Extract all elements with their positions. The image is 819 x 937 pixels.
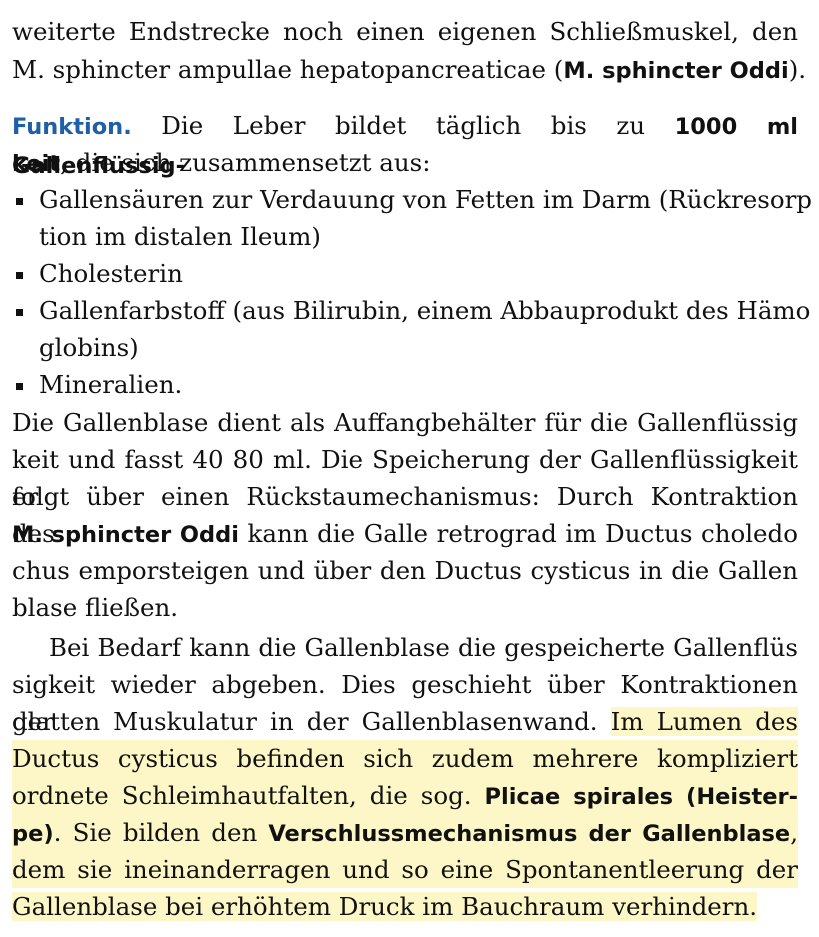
bold-term: Verschlussmechanismus der Gallenblase xyxy=(268,821,791,847)
text-line: chus emporsteigen und über den Ductus cy… xyxy=(12,552,798,589)
text-span: blase fließen. xyxy=(12,593,179,622)
list-item: Cholesterin xyxy=(12,255,798,292)
text-span: Bei Bedarf kann die Gallenblase die gesp… xyxy=(49,633,798,662)
list-item-continuation: tion im distalen Ileum) xyxy=(12,218,798,255)
text-line: keit, die sich zusammensetzt aus: xyxy=(12,144,798,181)
bold-term: keit xyxy=(12,151,61,177)
text-span: Die Gallenblase dient als Auffangbehälte… xyxy=(12,408,798,437)
text-line: Bei Bedarf kann die Gallenblase die gesp… xyxy=(49,629,798,666)
bullet-icon xyxy=(12,292,39,329)
text-span: globins) xyxy=(39,333,139,362)
text-line: glatten Muskulatur in der Gallenblasenwa… xyxy=(12,703,798,740)
text-line: M. sphincter Oddi kann die Galle retrogr… xyxy=(12,515,798,552)
text-span: M. sphincter ampullae hepatopancreaticae… xyxy=(12,55,564,84)
highlighted-line: dem sie ineinanderragen und so eine Spon… xyxy=(12,851,798,888)
text-line: blase fließen. xyxy=(12,589,798,626)
highlighted-line: Ductus cysticus befinden sich zudem mehr… xyxy=(12,740,798,810)
section-heading: Funktion. xyxy=(12,114,132,140)
text-span: Gallenfarbstoff (aus Bilirubin, einem Ab… xyxy=(39,296,811,325)
text-span: Mineralien. xyxy=(39,370,183,399)
list-item: Gallensäuren zur Verdauung von Fetten im… xyxy=(12,181,812,218)
text-span: , die sich zusammensetzt aus: xyxy=(60,148,431,177)
text-span: ). xyxy=(788,55,807,84)
text-span: tion im distalen Ileum) xyxy=(39,222,321,251)
text-span: chus emporsteigen und über den Ductus cy… xyxy=(12,556,798,585)
text-span: dem sie ineinanderragen und so eine Spon… xyxy=(12,855,798,884)
bold-term: M. sphincter Oddi xyxy=(12,522,239,548)
bullet-icon xyxy=(12,181,39,218)
text-span: ordnete Schleimhautfalten, die sog. xyxy=(12,781,485,810)
text-span: Cholesterin xyxy=(39,259,183,288)
text-span: Die Leber bildet täglich bis zu xyxy=(131,111,675,140)
bullet-icon xyxy=(12,255,39,292)
bold-term: pe) xyxy=(12,821,54,847)
highlighted-line: ordnete Schleimhautfalten, die sog. Plic… xyxy=(12,777,798,849)
bullet-icon xyxy=(12,366,39,403)
text-span: kann die Galle retrograd im Ductus chole… xyxy=(238,519,799,548)
text-span: glatten Muskulatur in der Gallenblasenwa… xyxy=(12,707,611,736)
text-line: folgt über einen Rückstaumechanismus: Du… xyxy=(12,478,798,548)
text-line: keit und fasst 40 80 ml. Die Speicherung… xyxy=(12,441,798,511)
text-line: M. sphincter ampullae hepatopancreaticae… xyxy=(12,51,806,88)
text-line: sigkeit wieder abgeben. Dies geschieht ü… xyxy=(12,666,798,736)
list-item-continuation: globins) xyxy=(12,329,798,366)
text-line: Funktion. Die Leber bildet täglich bis z… xyxy=(12,107,798,179)
list-item: Mineralien. xyxy=(12,366,798,403)
text-span: weiterte Endstrecke noch einen eigenen S… xyxy=(12,17,798,46)
highlighted-text: Im Lumen des xyxy=(610,707,798,736)
text-line: weiterte Endstrecke noch einen eigenen S… xyxy=(12,13,798,50)
text-span: . Sie bilden den xyxy=(53,818,269,847)
bold-term: M. sphincter Oddi xyxy=(563,58,789,84)
text-line: Die Gallenblase dient als Auffangbehälte… xyxy=(12,404,798,441)
list-item: Gallenfarbstoff (aus Bilirubin, einem Ab… xyxy=(12,292,810,329)
highlighted-line: Gallenblase bei erhöhtem Druck im Bauchr… xyxy=(12,888,798,925)
text-span: Gallensäuren zur Verdauung von Fetten im… xyxy=(39,185,812,214)
highlighted-line: pe). Sie bilden den Verschlussmechanismu… xyxy=(12,814,798,886)
highlighted-text: Gallenblase bei erhöhtem Druck im Bauchr… xyxy=(12,892,758,921)
